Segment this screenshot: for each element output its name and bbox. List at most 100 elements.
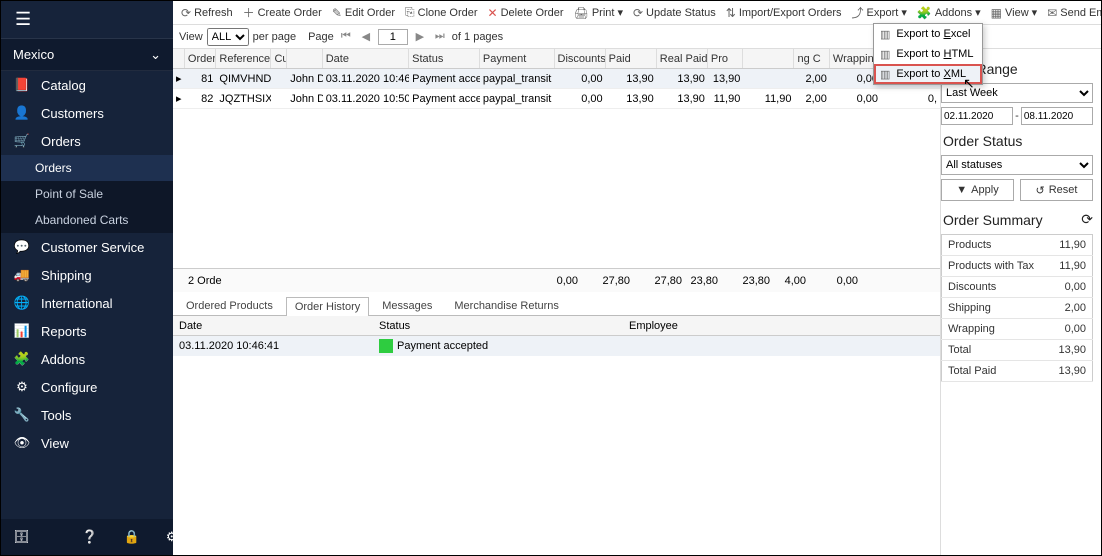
export-excel-item[interactable]: ▥Export to Excel: [874, 24, 982, 44]
archive-icon[interactable]: 🗄: [13, 529, 30, 545]
shipping-icon: 🚚: [13, 267, 31, 283]
export-icon: ⤴: [852, 4, 864, 21]
sidebar-item-reports[interactable]: 📊Reports: [1, 317, 173, 345]
next-page-button[interactable]: ▶: [412, 30, 428, 43]
refresh-summary-icon[interactable]: ⟳: [1081, 211, 1093, 228]
sidebar-item-shipping[interactable]: 🚚Shipping: [1, 261, 173, 289]
refresh-icon: ⟳: [181, 6, 191, 20]
detail-tab-merchandise-returns[interactable]: Merchandise Returns: [445, 296, 568, 315]
summary-row: Products with Tax11,90: [942, 256, 1093, 277]
customer service-icon: 💬: [13, 239, 31, 255]
hamburger-icon[interactable]: ☰: [1, 1, 173, 39]
export-button[interactable]: ⤴Export▾: [848, 2, 911, 23]
col-date[interactable]: Date: [323, 49, 409, 68]
main: ⟳Refresh ＋Create Order ✎Edit Order ⎘Clon…: [173, 1, 1101, 555]
last-page-button[interactable]: ⏭: [432, 30, 448, 43]
sidebar-item-international[interactable]: 🌐International: [1, 289, 173, 317]
page-input[interactable]: [378, 29, 408, 45]
plus-icon: ＋: [243, 4, 255, 21]
refresh-button[interactable]: ⟳Refresh: [177, 4, 237, 22]
table-row[interactable]: ▸81QIMVHNDKJohn D03.11.2020 10:46:4Payme…: [173, 69, 940, 89]
daterange-preset-select[interactable]: Last Week: [941, 83, 1093, 103]
sidebar-item-tools[interactable]: 🔧Tools: [1, 401, 173, 429]
sidebar-item-customers[interactable]: 👤Customers: [1, 99, 173, 127]
detail-col-employee[interactable]: Employee: [623, 316, 940, 335]
date-from-input[interactable]: [941, 107, 1013, 125]
detail-col-status[interactable]: Status: [373, 316, 623, 335]
table-row[interactable]: ▸82JQZTHSIXJohn D03.11.2020 10:50:3Payme…: [173, 89, 940, 109]
region-select[interactable]: Mexico ⌄: [1, 39, 173, 71]
filter-icon: ▼: [956, 184, 967, 196]
summary-row: Wrapping0,00: [942, 319, 1093, 340]
export-html-item[interactable]: ▥Export to HTML: [874, 44, 982, 64]
col-shipping[interactable]: ng C: [794, 49, 829, 68]
lock-icon[interactable]: 🔒: [124, 529, 140, 545]
update-status-button[interactable]: ⟳Update Status: [629, 4, 720, 22]
html-icon: ▥: [880, 48, 890, 61]
email-icon: ✉: [1047, 6, 1057, 20]
detail-tab-messages[interactable]: Messages: [373, 296, 441, 315]
print-icon: 🖨: [574, 6, 589, 20]
perpage-label: per page: [253, 31, 296, 43]
clone-order-button[interactable]: ⎘Clone Order: [401, 3, 482, 22]
customers-icon: 👤: [13, 105, 31, 121]
col-products[interactable]: Pro: [708, 49, 743, 68]
addons-button[interactable]: 🧩Addons▾: [913, 4, 985, 22]
detail-col-date[interactable]: Date: [173, 316, 373, 335]
import-export-button[interactable]: ⇅Import/Export Orders: [722, 4, 846, 22]
detail-row[interactable]: 03.11.2020 10:46:41Payment accepted: [173, 336, 940, 356]
reset-button[interactable]: ↺Reset: [1020, 179, 1093, 201]
sidebar-item-customer-service[interactable]: 💬Customer Service: [1, 233, 173, 261]
page-of-label: of 1 pages: [452, 31, 503, 43]
col-id[interactable]: Order I: [185, 49, 217, 68]
sidebar-sub-orders[interactable]: Orders: [1, 155, 173, 181]
col-realpaid[interactable]: Real Paid: [657, 49, 708, 68]
orderstatus-select[interactable]: All statuses: [941, 155, 1093, 175]
col-reference[interactable]: Reference: [216, 49, 271, 68]
sidebar-item-catalog[interactable]: 📕Catalog: [1, 71, 173, 99]
prev-page-button[interactable]: ◀: [358, 30, 374, 43]
create-order-button[interactable]: ＋Create Order: [239, 2, 326, 23]
edit-order-button[interactable]: ✎Edit Order: [328, 4, 399, 22]
col-paid[interactable]: Paid: [606, 49, 657, 68]
summary-table: Products11,90Products with Tax11,90Disco…: [941, 234, 1093, 382]
addons-icon: 🧩: [13, 351, 31, 367]
grid-header: Order I Reference Cu Date Status Payment…: [173, 49, 940, 69]
view-button[interactable]: ▦View▾: [987, 4, 1042, 22]
delete-order-button[interactable]: ✕Delete Order: [484, 4, 568, 22]
send-email-button[interactable]: ✉Send Email: [1043, 4, 1101, 22]
sidebar-sub-point-of-sale[interactable]: Point of Sale: [1, 181, 173, 207]
col-status[interactable]: Status: [409, 49, 480, 68]
pencil-icon: ✎: [332, 6, 342, 20]
configure-icon: ⚙: [13, 379, 31, 395]
delete-icon: ✕: [488, 6, 498, 20]
summary-row: Products11,90: [942, 235, 1093, 256]
date-to-input[interactable]: [1021, 107, 1093, 125]
grid-body: ▸81QIMVHNDKJohn D03.11.2020 10:46:4Payme…: [173, 69, 940, 268]
view-icon: ▦: [991, 6, 1002, 20]
apply-button[interactable]: ▼Apply: [941, 179, 1014, 201]
col-discounts[interactable]: Discounts: [555, 49, 606, 68]
help-icon[interactable]: ❔: [82, 529, 98, 545]
sidebar-item-addons[interactable]: 🧩Addons: [1, 345, 173, 373]
summary-title: Order Summary ⟳: [943, 211, 1093, 228]
sidebar-sub-abandoned-carts[interactable]: Abandoned Carts: [1, 207, 173, 233]
export-xml-item[interactable]: ▥Export to XML: [874, 64, 982, 84]
detail-tab-order-history[interactable]: Order History: [286, 297, 369, 316]
first-page-button[interactable]: ⏮: [338, 30, 354, 43]
col-payment[interactable]: Payment: [480, 49, 555, 68]
sidebar-item-orders[interactable]: 🛒Orders: [1, 127, 173, 155]
print-button[interactable]: 🖨Print▾: [570, 4, 627, 22]
summary-row: Shipping2,00: [942, 298, 1093, 319]
reports-icon: 📊: [13, 323, 31, 339]
sidebar-item-view[interactable]: 👁View: [1, 429, 173, 457]
detail-tab-ordered-products[interactable]: Ordered Products: [177, 296, 282, 315]
col-customer[interactable]: Cu: [271, 49, 287, 68]
sidebar-item-configure[interactable]: ⚙Configure: [1, 373, 173, 401]
pagesize-select[interactable]: ALL: [207, 28, 249, 46]
export-menu: ▥Export to Excel ▥Export to HTML ▥Export…: [873, 23, 983, 85]
nav: 📕Catalog👤Customers🛒OrdersOrdersPoint of …: [1, 71, 173, 519]
swap-icon: ⇅: [726, 6, 736, 20]
sidebar-footer: 🗄 ❔ 🔒 ⚙: [1, 519, 173, 555]
reset-icon: ↺: [1036, 184, 1045, 197]
